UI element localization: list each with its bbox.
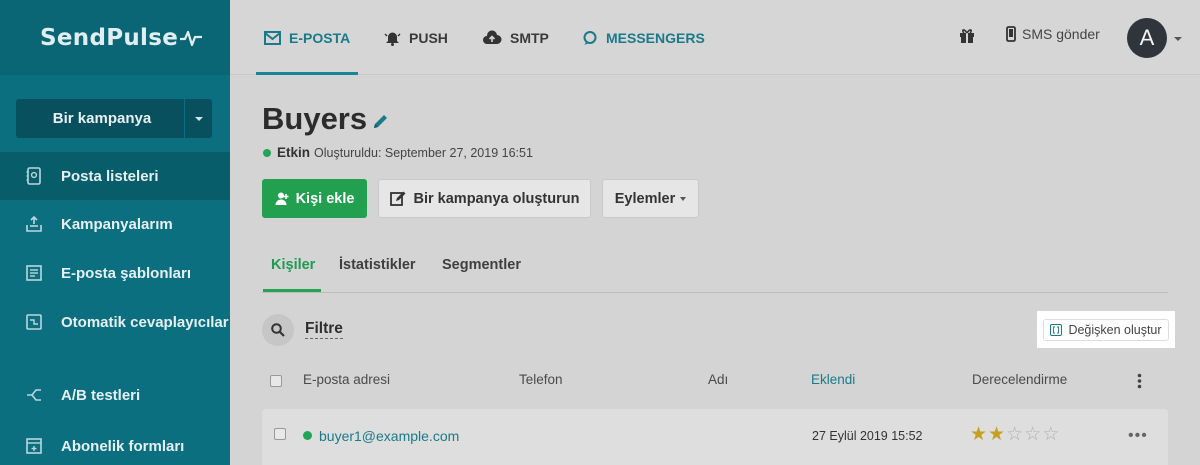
create-variable-button[interactable]: Değişken oluştur [1043,318,1169,341]
star-filled-icon[interactable]: ★ [970,425,987,445]
form-icon [26,438,42,454]
sidebar-item-label: Posta listeleri [61,168,159,185]
contact-email-link[interactable]: buyer1@example.com [319,428,459,444]
chat-icon [583,30,597,45]
cloud-upload-icon [483,30,502,44]
sidebar-item-ab-tests[interactable]: A/B testleri [0,372,230,422]
rating-stars[interactable]: ★ ★ ☆ ☆ ☆ [970,425,1060,445]
sms-label: SMS gönder [1022,26,1100,42]
create-campaign-button[interactable]: Bir kampanya oluşturun [378,179,591,218]
campaign-button-label[interactable]: Bir kampanya [16,99,184,138]
variable-highlight: Değişken oluştur [1037,311,1175,348]
status-dot [263,148,271,157]
add-contact-label: Kişi ekle [295,190,355,207]
sidebar-item-label: E-posta şablonları [61,265,192,282]
star-empty-icon[interactable]: ☆ [1024,425,1041,445]
actions-label: Eylemler [614,190,676,207]
column-added[interactable]: Eklendi [811,372,855,387]
create-campaign-dropdown[interactable]: Bir kampanya [16,99,212,138]
actions-dropdown[interactable]: Eylemler [602,179,699,218]
list-tabs: Kişiler İstatistikler Segmentler [262,254,1168,293]
pulse-logo-icon [180,30,203,46]
template-icon [26,265,42,281]
top-navigation: E-POSTA PUSH SMTP MESSENGERS SMS gönder … [230,0,1200,75]
address-book-icon [26,167,41,185]
sidebar-menu: Posta listeleri Kampanyalarım E-posta şa… [0,152,230,465]
row-checkbox[interactable] [274,428,286,440]
column-rating[interactable]: Derecelendirme [972,372,1067,387]
sidebar: SendPulse Bir kampanya Posta listeleri K… [0,0,230,465]
gift-icon[interactable] [959,27,975,44]
column-phone[interactable]: Telefon [519,372,563,387]
filter-toggle[interactable]: Filtre [305,320,343,339]
page-title: Buyers [262,101,368,136]
chevron-down-icon[interactable] [1174,37,1182,41]
pencil-icon[interactable] [372,113,389,130]
active-status-dot [303,431,312,440]
chevron-down-icon [680,196,687,201]
vertical-dots-icon[interactable] [1137,373,1142,389]
create-variable-label: Değişken oluştur [1068,322,1162,337]
campaign-dropdown-toggle[interactable] [184,99,212,138]
sidebar-item-label: Otomatik cevaplayıcılar [61,314,229,331]
edit-document-icon [389,191,405,206]
search-button[interactable] [262,314,294,346]
sidebar-item-mailing-lists[interactable]: Posta listeleri [0,152,230,200]
avatar[interactable]: A [1127,18,1167,58]
sidebar-item-label: A/B testleri [61,387,141,404]
code-braces-icon [1050,323,1063,336]
created-date: Oluşturuldu: September 27, 2019 16:51 [314,145,533,160]
tab-email[interactable]: E-POSTA [255,0,359,75]
active-tab-indicator [263,289,321,292]
create-campaign-label: Bir kampanya oluşturun [413,190,580,207]
sidebar-item-campaigns[interactable]: Kampanyalarım [0,200,230,250]
sidebar-item-label: Abonelik formları [61,438,185,455]
added-date: 27 Eylül 2019 15:52 [812,429,923,443]
tab-statistics[interactable]: İstatistikler [339,257,416,273]
logo-area: SendPulse [0,0,230,75]
column-email[interactable]: E-posta adresi [303,372,390,387]
table-row[interactable]: buyer1@example.com 27 Eylül 2019 15:52 ★… [262,409,1168,465]
tab-label: SMTP [510,29,549,46]
outbox-icon [26,215,42,232]
list-status: Etkin Oluşturuldu: September 27, 2019 16… [263,145,533,160]
select-all-checkbox[interactable] [270,375,282,387]
sidebar-item-autoresponders[interactable]: Otomatik cevaplayıcılar [0,300,230,372]
automation-icon [26,314,42,330]
add-contact-button[interactable]: Kişi ekle [262,179,367,218]
tab-segments[interactable]: Segmentler [442,257,521,273]
tab-label: PUSH [409,29,448,46]
tab-label: E-POSTA [289,29,351,46]
logo[interactable]: SendPulse [40,25,178,51]
sidebar-item-templates[interactable]: E-posta şablonları [0,250,230,300]
sidebar-item-forms[interactable]: Abonelik formları [0,422,230,465]
sms-send-button[interactable]: SMS gönder [1006,26,1100,42]
status-badge: Etkin [277,145,311,160]
chevron-down-icon [194,116,203,121]
tab-messengers[interactable]: MESSENGERS [582,0,705,75]
search-icon [271,323,285,337]
sidebar-item-label: Kampanyalarım [61,216,173,233]
tab-smtp[interactable]: SMTP [482,0,549,75]
tab-label: MESSENGERS [606,29,705,46]
bell-icon [384,32,401,46]
star-empty-icon[interactable]: ☆ [1042,425,1059,445]
row-more-icon[interactable]: ••• [1128,427,1148,445]
add-user-icon [275,192,289,205]
column-name[interactable]: Adı [708,372,728,387]
tab-contacts[interactable]: Kişiler [271,257,315,273]
tab-push[interactable]: PUSH [384,0,448,75]
star-filled-icon[interactable]: ★ [988,425,1005,445]
envelope-icon [264,30,281,45]
mobile-phone-icon [1006,26,1016,42]
star-empty-icon[interactable]: ☆ [1006,425,1023,445]
split-test-icon [27,389,41,401]
